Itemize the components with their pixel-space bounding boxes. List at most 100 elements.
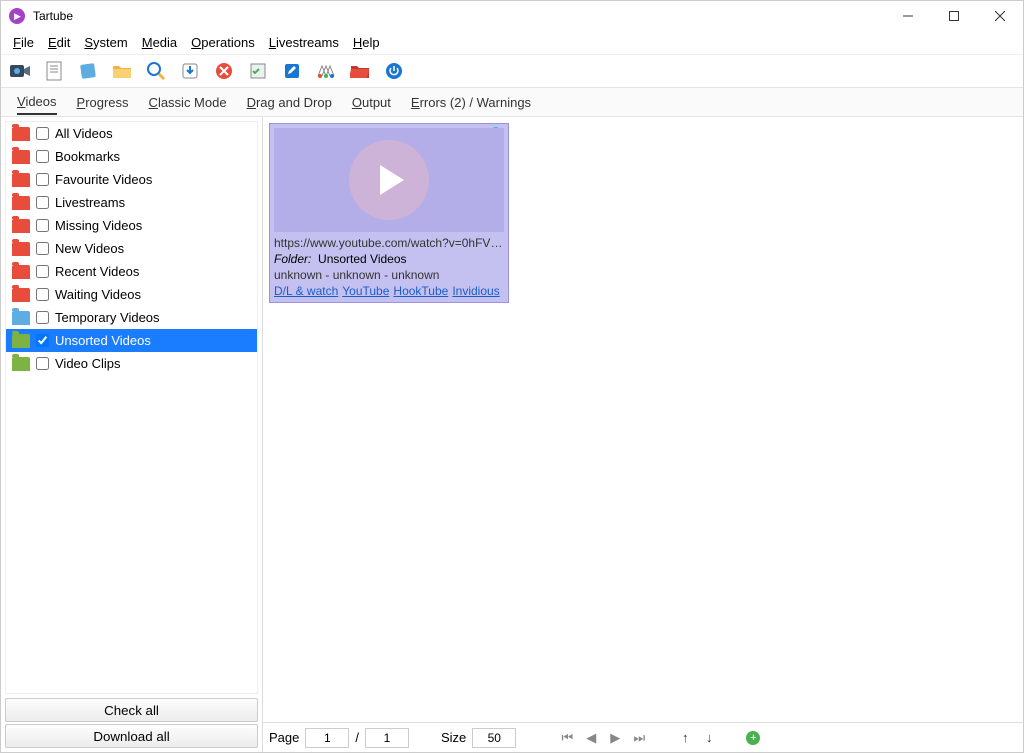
folder-livestreams[interactable]: Livestreams (6, 191, 257, 214)
next-page-button[interactable]: ▶ (606, 730, 624, 746)
app-icon: ▶ (9, 8, 25, 24)
window-title: Tartube (33, 9, 885, 23)
down-button[interactable]: ↓ (700, 730, 718, 745)
title-bar: ▶ Tartube (1, 1, 1023, 31)
folder-waiting-videos[interactable]: Waiting Videos (6, 283, 257, 306)
download-icon[interactable] (179, 60, 201, 82)
folder-label: Favourite Videos (55, 172, 152, 187)
folder-label: Livestreams (55, 195, 125, 210)
folder-icon (12, 334, 30, 348)
tab-progress[interactable]: Progress (77, 91, 129, 114)
checklist-icon[interactable] (247, 60, 269, 82)
video-link-youtube[interactable]: YouTube (342, 284, 389, 298)
menu-system[interactable]: System (78, 33, 133, 52)
cancel-icon[interactable] (213, 60, 235, 82)
tab-bar: Videos Progress Classic Mode Drag and Drop O… (1, 87, 1023, 117)
folder-checkbox[interactable] (36, 334, 49, 347)
video-link-hooktube[interactable]: HookTube (393, 284, 448, 298)
video-card[interactable]: 🌐 ⚠️ https://www.youtube.com/watch?v=0hF… (269, 123, 509, 303)
folder-icon (12, 196, 30, 210)
folder-checkbox[interactable] (36, 242, 49, 255)
menu-media[interactable]: Media (136, 33, 183, 52)
note-icon[interactable] (77, 60, 99, 82)
page-input[interactable] (305, 728, 349, 748)
folder-checkbox[interactable] (36, 173, 49, 186)
close-button[interactable] (977, 1, 1023, 31)
pager: Page / Size ⏮ ◀ ▶ ⏭ ↑ ↓ + (263, 722, 1023, 752)
sidebar: All Videos Bookmarks Favourite Videos Lives… (1, 117, 263, 752)
menu-help[interactable]: Help (347, 33, 386, 52)
video-url: https://www.youtube.com/watch?v=0hFVL... (274, 236, 504, 250)
video-list: 🌐 ⚠️ https://www.youtube.com/watch?v=0hF… (263, 117, 1023, 722)
folder-missing-videos[interactable]: Missing Videos (6, 214, 257, 237)
folder-icon (12, 219, 30, 233)
menu-file[interactable]: File (7, 33, 40, 52)
tab-videos[interactable]: Videos (17, 90, 57, 115)
menu-edit[interactable]: Edit (42, 33, 76, 52)
folder-label: Bookmarks (55, 149, 120, 164)
tab-classic-mode[interactable]: Classic Mode (149, 91, 227, 114)
folder-all-videos[interactable]: All Videos (6, 122, 257, 145)
folder-icon (12, 311, 30, 325)
play-icon (349, 140, 429, 220)
folder-label: Temporary Videos (55, 310, 160, 325)
size-label: Size (441, 730, 466, 745)
folder-label: Waiting Videos (55, 287, 141, 302)
size-input[interactable] (472, 728, 516, 748)
add-button[interactable]: + (746, 731, 760, 745)
folder-icon[interactable] (111, 60, 133, 82)
folder-video-clips[interactable]: Video Clips (6, 352, 257, 375)
tab-drag-and-drop[interactable]: Drag and Drop (247, 91, 332, 114)
folder-checkbox[interactable] (36, 265, 49, 278)
folder-icon (12, 150, 30, 164)
prev-page-button[interactable]: ◀ (582, 730, 600, 746)
video-thumbnail (274, 128, 504, 232)
last-page-button[interactable]: ⏭ (630, 730, 648, 746)
minimize-button[interactable] (885, 1, 931, 31)
main-panel: 🌐 ⚠️ https://www.youtube.com/watch?v=0hF… (263, 117, 1023, 752)
folder-checkbox[interactable] (36, 150, 49, 163)
menu-livestreams[interactable]: Livestreams (263, 33, 345, 52)
folder-checkbox[interactable] (36, 357, 49, 370)
page-separator: / (355, 730, 359, 745)
folder-icon (12, 357, 30, 371)
folder-favourite-videos[interactable]: Favourite Videos (6, 168, 257, 191)
camera-icon[interactable] (9, 60, 31, 82)
open-folder-icon[interactable] (349, 60, 371, 82)
folder-icon (12, 265, 30, 279)
first-page-button[interactable]: ⏮ (558, 730, 576, 746)
folder-new-videos[interactable]: New Videos (6, 237, 257, 260)
edit-icon[interactable] (281, 60, 303, 82)
folder-label: New Videos (55, 241, 124, 256)
search-icon[interactable] (145, 60, 167, 82)
menu-operations[interactable]: Operations (185, 33, 261, 52)
maximize-button[interactable] (931, 1, 977, 31)
page-total[interactable] (365, 728, 409, 748)
tab-errors-warnings[interactable]: Errors (2) / Warnings (411, 91, 531, 114)
folder-unsorted-videos[interactable]: Unsorted Videos (6, 329, 257, 352)
folder-checkbox[interactable] (36, 311, 49, 324)
palette-icon[interactable] (315, 60, 337, 82)
folder-label: All Videos (55, 126, 113, 141)
content-area: All Videos Bookmarks Favourite Videos Lives… (1, 117, 1023, 752)
folder-tree: All Videos Bookmarks Favourite Videos Lives… (5, 121, 258, 694)
folder-temporary-videos[interactable]: Temporary Videos (6, 306, 257, 329)
video-folder: Folder: Unsorted Videos (274, 252, 504, 266)
check-all-button[interactable]: Check all (5, 698, 258, 722)
folder-label: Recent Videos (55, 264, 139, 279)
folder-checkbox[interactable] (36, 219, 49, 232)
folder-recent-videos[interactable]: Recent Videos (6, 260, 257, 283)
tab-output[interactable]: Output (352, 91, 391, 114)
download-all-button[interactable]: Download all (5, 724, 258, 748)
document-icon[interactable] (43, 60, 65, 82)
video-link-invidious[interactable]: Invidious (452, 284, 499, 298)
folder-checkbox[interactable] (36, 288, 49, 301)
up-button[interactable]: ↑ (676, 730, 694, 745)
folder-label: Missing Videos (55, 218, 142, 233)
folder-icon (12, 288, 30, 302)
folder-checkbox[interactable] (36, 127, 49, 140)
power-icon[interactable] (383, 60, 405, 82)
folder-bookmarks[interactable]: Bookmarks (6, 145, 257, 168)
folder-checkbox[interactable] (36, 196, 49, 209)
video-link-d-l-watch[interactable]: D/L & watch (274, 284, 338, 298)
